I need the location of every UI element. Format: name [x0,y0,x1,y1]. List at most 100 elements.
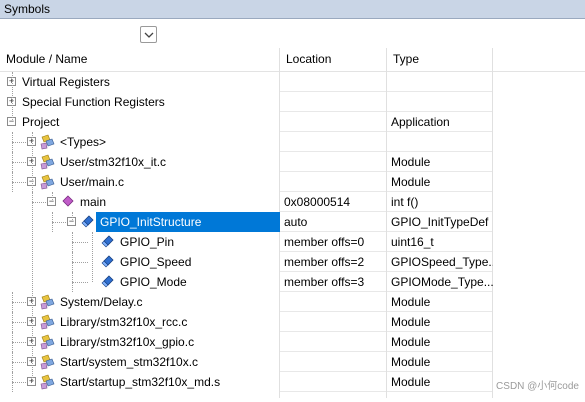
tree-row[interactable]: + Virtual Registers [0,72,585,92]
watermark: CSDN @小何code [496,381,579,392]
tree-connector [32,202,48,203]
filter-dropdown-button[interactable] [140,26,157,43]
symbol-name[interactable]: Start/startup_stm32f10x_md.s [60,372,220,392]
function-icon [60,194,76,210]
column-header-name[interactable]: Module / Name [0,48,280,71]
column-header-type[interactable]: Type [387,48,493,71]
column-header-location[interactable]: Location [280,48,387,71]
symbol-type: Module [391,335,431,349]
symbol-name[interactable]: <Types> [60,132,106,152]
tree-connector [52,212,53,232]
variable-icon [100,254,116,270]
symbol-name[interactable]: Start/system_stm32f10x.c [60,352,198,372]
symbol-name[interactable]: main [80,192,106,212]
symbol-location: 0x08000514 [284,195,351,209]
symbol-type: Application [391,115,450,129]
tree-row[interactable]: − Project Application [0,112,585,132]
tree-connector [72,272,73,292]
symbol-location [280,312,387,332]
tree-connector [12,372,13,392]
symbol-name[interactable]: GPIO_Speed [120,252,191,272]
symbol-type: Module [391,355,431,369]
symbol-type: uint16_t [391,235,434,249]
module-icon [40,334,56,350]
tree-connector [72,242,88,243]
symbol-name[interactable]: System/Delay.c [60,292,142,312]
symbol-type: int f() [391,195,419,209]
symbol-location [280,92,387,112]
tree-connector [12,382,28,383]
symbol-location [280,172,387,192]
symbol-type: Module [391,315,431,329]
tree-connector [12,142,28,143]
module-icon [40,134,56,150]
tree-row[interactable]: + User/stm32f10x_it.c Module [0,152,585,172]
tree-row[interactable]: + Library/stm32f10x_gpio.c Module [0,332,585,352]
symbol-type: Module [391,155,431,169]
symbol-name[interactable]: Library/stm32f10x_rcc.c [60,312,187,332]
tree-row[interactable]: GPIO_Speed member offs=2 GPIOSpeed_Type... [0,252,585,272]
tree-row[interactable]: + Library/stm32f10x_rcc.c Module [0,312,585,332]
module-icon [40,354,56,370]
tree-row[interactable]: + Start/system_stm32f10x.c Module [0,352,585,372]
window-title: Symbols [0,0,585,19]
tree-connector [52,222,68,223]
symbol-name[interactable]: GPIO_Pin [120,232,174,252]
variable-icon [100,274,116,290]
column-header-row: Module / Name Location Type [0,48,585,72]
symbol-location [280,352,387,372]
symbol-location: auto [284,215,308,229]
variable-icon [100,234,116,250]
symbol-type [387,92,493,112]
symbol-type: GPIOMode_Type... [391,275,493,289]
tree-connector [72,232,73,252]
module-icon [40,294,56,310]
symbol-location [280,132,387,152]
tree-guide-line [72,212,73,222]
tree-connector [12,132,13,152]
tree-connector [12,352,13,372]
module-icon [40,154,56,170]
tree-row[interactable]: − User/main.c Module [0,172,585,192]
symbol-location: member offs=3 [284,275,365,289]
module-icon [40,374,56,390]
chevron-down-icon [144,32,154,38]
tree-guide-line [92,232,93,282]
tree-row[interactable]: − main 0x08000514 int f() [0,192,585,212]
symbol-name[interactable]: Project [22,112,59,132]
symbol-location: member offs=0 [284,235,365,249]
symbol-location [280,72,387,92]
symbol-name[interactable]: Virtual Registers [22,72,110,92]
tree-row[interactable]: + <Types> [0,132,585,152]
tree-connector [72,252,73,272]
symbol-name[interactable]: GPIO_InitStructure [96,212,280,232]
symbol-type: Module [391,295,431,309]
symbol-name[interactable]: GPIO_Mode [120,272,187,292]
tree-row[interactable]: GPIO_Pin member offs=0 uint16_t [0,232,585,252]
symbol-name[interactable]: Special Function Registers [22,92,165,112]
tree-row[interactable]: + Special Function Registers [0,92,585,112]
symbol-name[interactable]: Library/stm32f10x_gpio.c [60,332,194,352]
variable-icon [80,214,96,230]
symbol-location [280,112,387,132]
symbol-location [280,332,387,352]
symbol-location [280,292,387,312]
tree-guide-line [32,132,33,382]
tree-connector [12,342,28,343]
tree-guide-line [52,192,53,202]
tree-row[interactable]: GPIO_Mode member offs=3 GPIOMode_Type... [0,272,585,292]
symbol-location: member offs=2 [284,255,365,269]
module-icon [40,314,56,330]
tree-row[interactable]: − GPIO_InitStructure auto GPIO_InitTypeDef [0,212,585,232]
tree-connector [12,302,28,303]
symbol-name[interactable]: User/main.c [60,172,124,192]
symbol-type: GPIOSpeed_Type... [391,255,493,269]
symbol-location [280,152,387,172]
symbol-type [387,72,493,92]
tree-connector [12,332,13,352]
tree-connector [12,292,13,312]
tree-connector [72,282,88,283]
tree-row[interactable]: + System/Delay.c Module [0,292,585,312]
symbol-name[interactable]: User/stm32f10x_it.c [60,152,166,172]
tree-connector [72,262,88,263]
